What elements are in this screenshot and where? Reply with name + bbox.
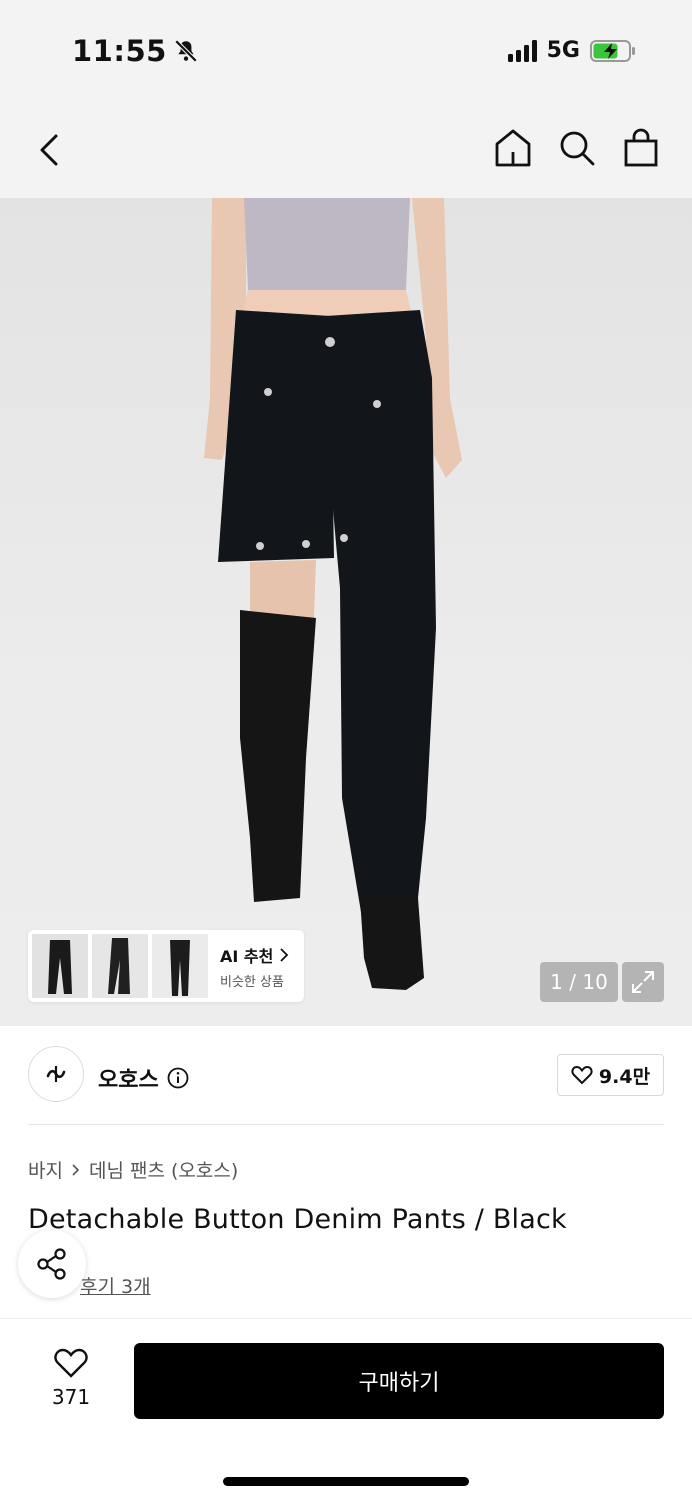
share-icon xyxy=(37,1248,66,1280)
nav-bar xyxy=(0,110,692,190)
buy-button[interactable]: 구매하기 xyxy=(134,1343,664,1419)
chevron-right-icon xyxy=(72,1163,80,1176)
ai-thumb-2[interactable] xyxy=(92,934,148,998)
nav-actions xyxy=(494,128,660,168)
thumb-pants-image xyxy=(152,934,208,998)
product-image[interactable]: AI 추천 비슷한 상품 1 / 10 xyxy=(0,198,692,1026)
heart-icon xyxy=(54,1348,88,1378)
ai-text: AI 추천 비슷한 상품 xyxy=(220,943,289,990)
brand-like-count: 9.4만 xyxy=(598,1065,651,1088)
status-time: 11:55 xyxy=(72,34,199,68)
signal-icon xyxy=(507,39,537,62)
brand-logo[interactable] xyxy=(28,1046,84,1102)
breadcrumb-subcategory[interactable]: 데님 팬츠 (오호스) xyxy=(89,1156,238,1183)
image-counter: 1 / 10 xyxy=(540,962,618,1002)
product-title: Detachable Button Denim Pants / Black xyxy=(28,1204,567,1235)
ai-subtitle: 비슷한 상품 xyxy=(220,974,284,990)
bell-slash-icon xyxy=(174,39,198,63)
top-area: 11:55 5G xyxy=(0,0,692,198)
brand-logo-mark xyxy=(46,1066,66,1082)
share-button[interactable] xyxy=(18,1230,86,1298)
brand-name-label: 오호스 xyxy=(98,1068,159,1093)
back-chevron-icon[interactable] xyxy=(32,130,68,170)
divider xyxy=(28,1124,664,1125)
shopping-bag-icon[interactable] xyxy=(622,128,660,168)
expand-icon xyxy=(632,971,654,993)
ai-title-label: AI 추천 xyxy=(220,946,274,966)
wishlist-button[interactable]: 371 xyxy=(36,1347,106,1409)
status-right: 5G xyxy=(507,38,636,63)
network-label: 5G xyxy=(546,38,580,63)
model-photo xyxy=(204,198,462,990)
info-icon[interactable] xyxy=(167,1067,189,1089)
bottom-bar: 371 구매하기 xyxy=(0,1318,692,1500)
ai-thumb-1[interactable] xyxy=(32,934,88,998)
brand-like-button[interactable]: 9.4만 xyxy=(557,1054,664,1096)
heart-icon xyxy=(571,1065,593,1085)
home-icon[interactable] xyxy=(494,128,532,168)
expand-button[interactable] xyxy=(622,962,664,1002)
thumb-pants-image xyxy=(92,934,148,998)
time-text: 11:55 xyxy=(72,34,167,68)
breadcrumb: 바지 데님 팬츠 (오호스) xyxy=(28,1156,238,1183)
battery-charging-icon xyxy=(590,39,635,62)
thumb-pants-image xyxy=(32,934,88,998)
status-bar: 11:55 5G xyxy=(0,0,692,100)
brand-name[interactable]: 오호스 xyxy=(98,1062,189,1094)
reviews-link[interactable]: 후기 3개 xyxy=(80,1272,151,1299)
home-indicator xyxy=(223,1477,469,1486)
search-icon[interactable] xyxy=(558,128,596,168)
chevron-right-icon xyxy=(280,947,289,962)
wishlist-count: 371 xyxy=(51,1385,91,1409)
brand-row: 오호스 9.4만 xyxy=(0,1026,692,1126)
ai-thumb-3[interactable] xyxy=(152,934,208,998)
ai-recommend-card[interactable]: AI 추천 비슷한 상품 xyxy=(28,930,304,1002)
breadcrumb-category[interactable]: 바지 xyxy=(28,1156,63,1183)
ai-title: AI 추천 xyxy=(220,943,289,967)
